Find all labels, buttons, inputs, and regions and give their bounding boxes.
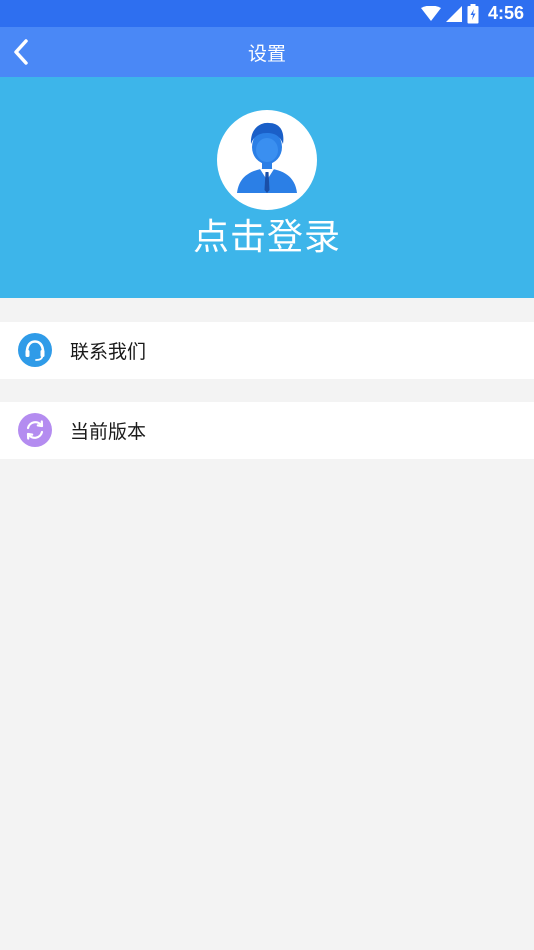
menu-item-contact-us[interactable]: 联系我们 [0,322,534,379]
profile-header[interactable]: 点击登录 [0,77,534,298]
headset-icon [18,333,52,367]
refresh-icon [18,413,52,447]
menu-item-label: 当前版本 [70,421,147,443]
status-icons: 4:56 [420,0,524,27]
signal-icon [445,5,462,22]
wifi-icon [420,5,441,21]
avatar[interactable] [217,110,317,210]
app-bar: 设置 [0,27,534,77]
page-title: 设置 [247,42,286,65]
status-time: 4:56 [487,3,524,23]
status-bar: 4:56 [0,0,534,27]
user-avatar-icon [237,122,297,193]
menu-item-label: 联系我们 [70,341,147,363]
battery-icon [467,3,479,23]
login-prompt[interactable]: 点击登录 [0,214,534,262]
menu-item-current-version[interactable]: 当前版本 [0,402,534,459]
